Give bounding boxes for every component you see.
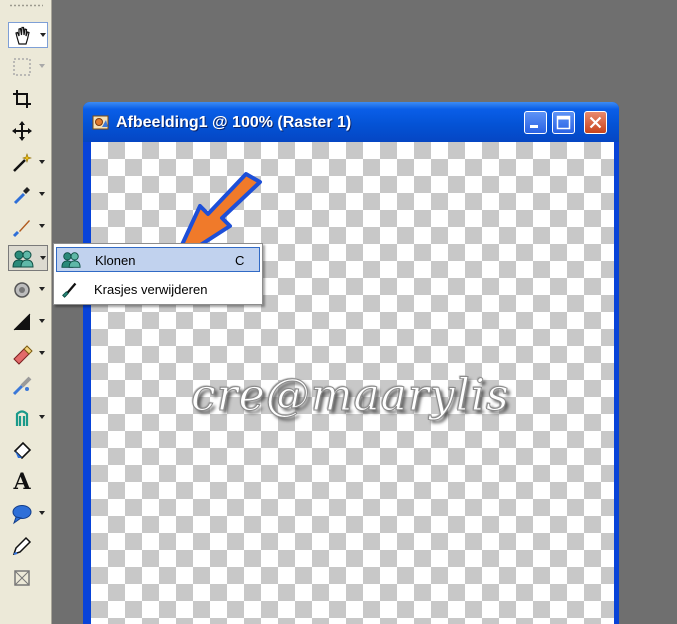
tool-dropper[interactable] bbox=[8, 182, 48, 208]
tool-dodge[interactable] bbox=[8, 277, 48, 303]
tool-fill[interactable] bbox=[8, 437, 48, 463]
menu-item-shortcut: C bbox=[235, 253, 245, 268]
pan-hand-icon bbox=[11, 24, 35, 48]
chevron-down-icon[interactable] bbox=[40, 33, 46, 37]
window-title: Afbeelding1 @ 100% (Raster 1) bbox=[116, 114, 352, 131]
tool-picture-tube[interactable] bbox=[8, 373, 48, 399]
watermark-text: cre@maarylis bbox=[191, 370, 510, 422]
magic-wand-icon bbox=[10, 151, 34, 175]
menu-item-label: Klonen bbox=[95, 253, 136, 268]
speech-bubble-icon bbox=[10, 502, 34, 526]
tool-eraser[interactable] bbox=[8, 341, 48, 367]
scratch-remover-icon bbox=[59, 279, 81, 299]
tool-palette: A bbox=[0, 0, 52, 624]
maximize-button[interactable] bbox=[552, 111, 575, 134]
clone-brush-icon bbox=[60, 250, 82, 270]
chevron-down-icon[interactable] bbox=[39, 319, 45, 323]
tool-crop[interactable] bbox=[8, 86, 48, 112]
text-icon: A bbox=[13, 469, 31, 495]
clone-tool-flyout-menu: Klonen C Krasjes verwijderen bbox=[53, 243, 263, 305]
chevron-down-icon[interactable] bbox=[39, 160, 45, 164]
image-document-icon bbox=[92, 114, 110, 132]
menu-item-label: Krasjes verwijderen bbox=[94, 282, 208, 297]
fill-icon bbox=[10, 438, 34, 462]
tool-selection[interactable] bbox=[8, 54, 48, 80]
eraser-icon bbox=[10, 342, 34, 366]
move-icon bbox=[10, 119, 34, 143]
stamp-icon bbox=[10, 406, 34, 430]
deform-icon bbox=[10, 566, 34, 590]
tool-contrast[interactable] bbox=[8, 309, 48, 335]
chevron-down-icon[interactable] bbox=[39, 192, 45, 196]
tool-pen[interactable] bbox=[8, 533, 48, 559]
close-button[interactable] bbox=[584, 111, 607, 134]
tool-paint-brush[interactable] bbox=[8, 214, 48, 240]
tool-magic-wand[interactable] bbox=[8, 150, 48, 176]
minimize-button[interactable] bbox=[524, 111, 547, 134]
pen-icon bbox=[10, 534, 34, 558]
tool-clone-brush[interactable] bbox=[8, 245, 48, 271]
chevron-down-icon[interactable] bbox=[39, 415, 45, 419]
clone-brush-icon bbox=[11, 247, 35, 271]
picture-tube-icon bbox=[10, 374, 34, 398]
chevron-down-icon[interactable] bbox=[39, 64, 45, 68]
chevron-down-icon[interactable] bbox=[39, 351, 45, 355]
crop-icon bbox=[10, 87, 34, 111]
paint-brush-icon bbox=[10, 215, 34, 239]
tool-pan[interactable] bbox=[8, 22, 48, 48]
image-window-titlebar[interactable]: Afbeelding1 @ 100% (Raster 1) bbox=[83, 102, 619, 142]
dropper-icon bbox=[10, 183, 34, 207]
contrast-icon bbox=[10, 310, 34, 334]
tool-preset-shape[interactable] bbox=[8, 501, 48, 527]
tool-deform[interactable] bbox=[8, 565, 48, 591]
chevron-down-icon[interactable] bbox=[40, 256, 46, 260]
tool-stamp[interactable] bbox=[8, 405, 48, 431]
selection-marquee-icon bbox=[10, 55, 34, 79]
menu-item-klonen[interactable]: Klonen C bbox=[56, 247, 260, 272]
chevron-down-icon[interactable] bbox=[39, 287, 45, 291]
dodge-icon bbox=[10, 278, 34, 302]
chevron-down-icon[interactable] bbox=[39, 224, 45, 228]
tool-move[interactable] bbox=[8, 118, 48, 144]
menu-item-krasjes-verwijderen[interactable]: Krasjes verwijderen bbox=[56, 277, 260, 302]
chevron-down-icon[interactable] bbox=[39, 511, 45, 515]
palette-grip[interactable] bbox=[9, 4, 43, 7]
tool-text[interactable]: A bbox=[8, 469, 48, 495]
